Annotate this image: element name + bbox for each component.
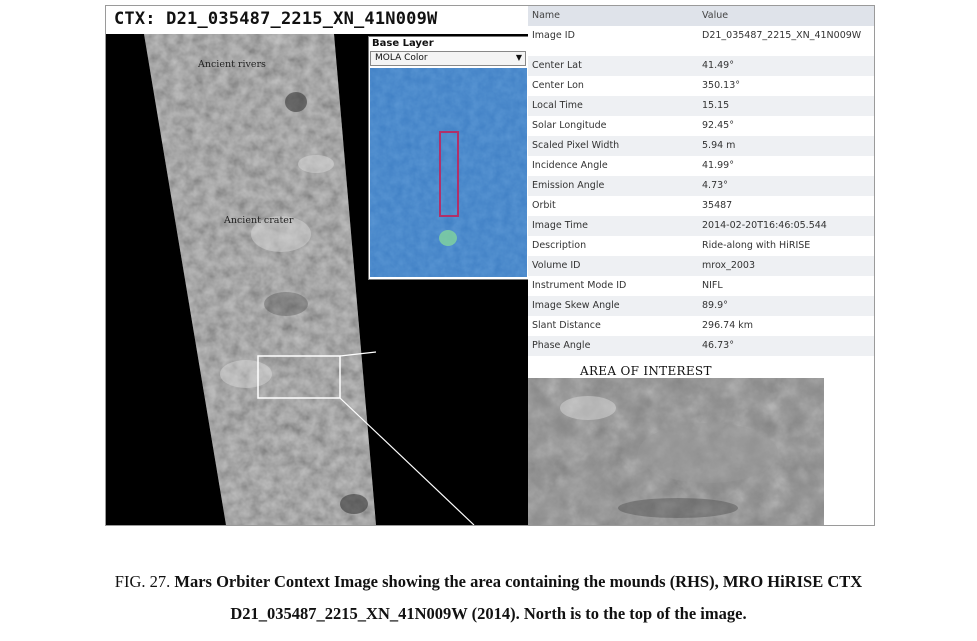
table-row: Orbit 35487: [528, 196, 874, 216]
row-value: 46.73°: [702, 340, 734, 351]
row-name: Volume ID: [532, 260, 581, 271]
mola-color-map[interactable]: [370, 68, 527, 277]
caption-prefix: FIG. 27.: [114, 572, 171, 591]
row-name: Phase Angle: [532, 340, 591, 351]
table-row: Image Skew Angle 89.9°: [528, 296, 874, 316]
table-row: Center Lon 350.13°: [528, 76, 874, 96]
table-row: Solar Longitude 92.45°: [528, 116, 874, 136]
metadata-table: Name Value Image ID D21_035487_2215_XN_41…: [528, 6, 874, 376]
caption-line2: D21_035487_2215_XN_41N009W (2014). North…: [230, 604, 747, 623]
base-layer-title: Base Layer: [372, 38, 434, 49]
figure-caption: FIG. 27. Mars Orbiter Context Image show…: [0, 566, 977, 630]
row-value: 2014-02-20T16:46:05.544: [702, 220, 827, 231]
table-row: Incidence Angle 41.99°: [528, 156, 874, 176]
row-name: Local Time: [532, 100, 583, 111]
label-ancient-crater: Ancient crater: [223, 215, 294, 226]
table-row: Phase Angle 46.73°: [528, 336, 874, 356]
chevron-down-icon: ▼: [515, 53, 522, 62]
row-name: Solar Longitude: [532, 120, 607, 131]
label-ancient-rivers: Ancient rivers: [197, 59, 266, 70]
row-value: 5.94 m: [702, 140, 736, 151]
row-name: Image Skew Angle: [532, 300, 620, 311]
row-name: Image Time: [532, 220, 589, 231]
row-value: 92.45°: [702, 120, 734, 131]
base-layer-selected: MOLA Color: [375, 53, 428, 63]
figure-panel: CTX: D21_035487_2215_XN_41N009W Ancient …: [105, 5, 875, 526]
table-row: Volume ID mrox_2003: [528, 256, 874, 276]
row-name: Orbit: [532, 200, 556, 211]
row-name: Description: [532, 240, 587, 251]
row-name: Center Lat: [532, 60, 582, 71]
row-value: mrox_2003: [702, 260, 756, 271]
caption-line1: Mars Orbiter Context Image showing the a…: [174, 572, 863, 591]
area-of-interest-image: [528, 378, 824, 525]
table-row: Emission Angle 4.73°: [528, 176, 874, 196]
row-value: D21_035487_2215_XN_41N009W: [702, 30, 862, 41]
table-row: Center Lat 41.49°: [528, 56, 874, 76]
row-value: 89.9°: [702, 300, 728, 311]
table-row: Image Time 2014-02-20T16:46:05.544: [528, 216, 874, 236]
row-name: Emission Angle: [532, 180, 605, 191]
table-row: Description Ride-along with HiRISE: [528, 236, 874, 256]
row-value: NIFL: [702, 280, 723, 291]
row-name: Center Lon: [532, 80, 584, 91]
row-value: 35487: [702, 200, 733, 211]
row-name: Slant Distance: [532, 320, 601, 331]
row-name: Image ID: [532, 30, 575, 41]
row-value: Ride-along with HiRISE: [702, 240, 811, 251]
table-header: Name Value: [528, 6, 874, 26]
ctx-title: CTX: D21_035487_2215_XN_41N009W: [114, 9, 438, 29]
table-row: Instrument Mode ID NIFL: [528, 276, 874, 296]
row-name: Incidence Angle: [532, 160, 608, 171]
base-layer-panel: Base Layer MOLA Color ▼: [368, 36, 530, 280]
base-layer-select[interactable]: MOLA Color ▼: [370, 51, 526, 66]
crater-shape: [285, 92, 307, 112]
table-row: Local Time 15.15: [528, 96, 874, 116]
row-value: 41.49°: [702, 60, 734, 71]
header-value: Value: [702, 10, 729, 21]
row-value: 296.74 km: [702, 320, 754, 331]
row-value: 350.13°: [702, 80, 740, 91]
header-name: Name: [532, 10, 561, 21]
table-row: Scaled Pixel Width 5.94 m: [528, 136, 874, 156]
area-of-interest-label: AREA OF INTEREST: [580, 364, 712, 378]
row-value: 15.15: [702, 100, 730, 111]
row-name: Scaled Pixel Width: [532, 140, 620, 151]
table-row: Image ID D21_035487_2215_XN_41N009W: [528, 26, 874, 56]
row-value: 4.73°: [702, 180, 728, 191]
row-name: Instrument Mode ID: [532, 280, 627, 291]
row-value: 41.99°: [702, 160, 734, 171]
table-row: Slant Distance 296.74 km: [528, 316, 874, 336]
